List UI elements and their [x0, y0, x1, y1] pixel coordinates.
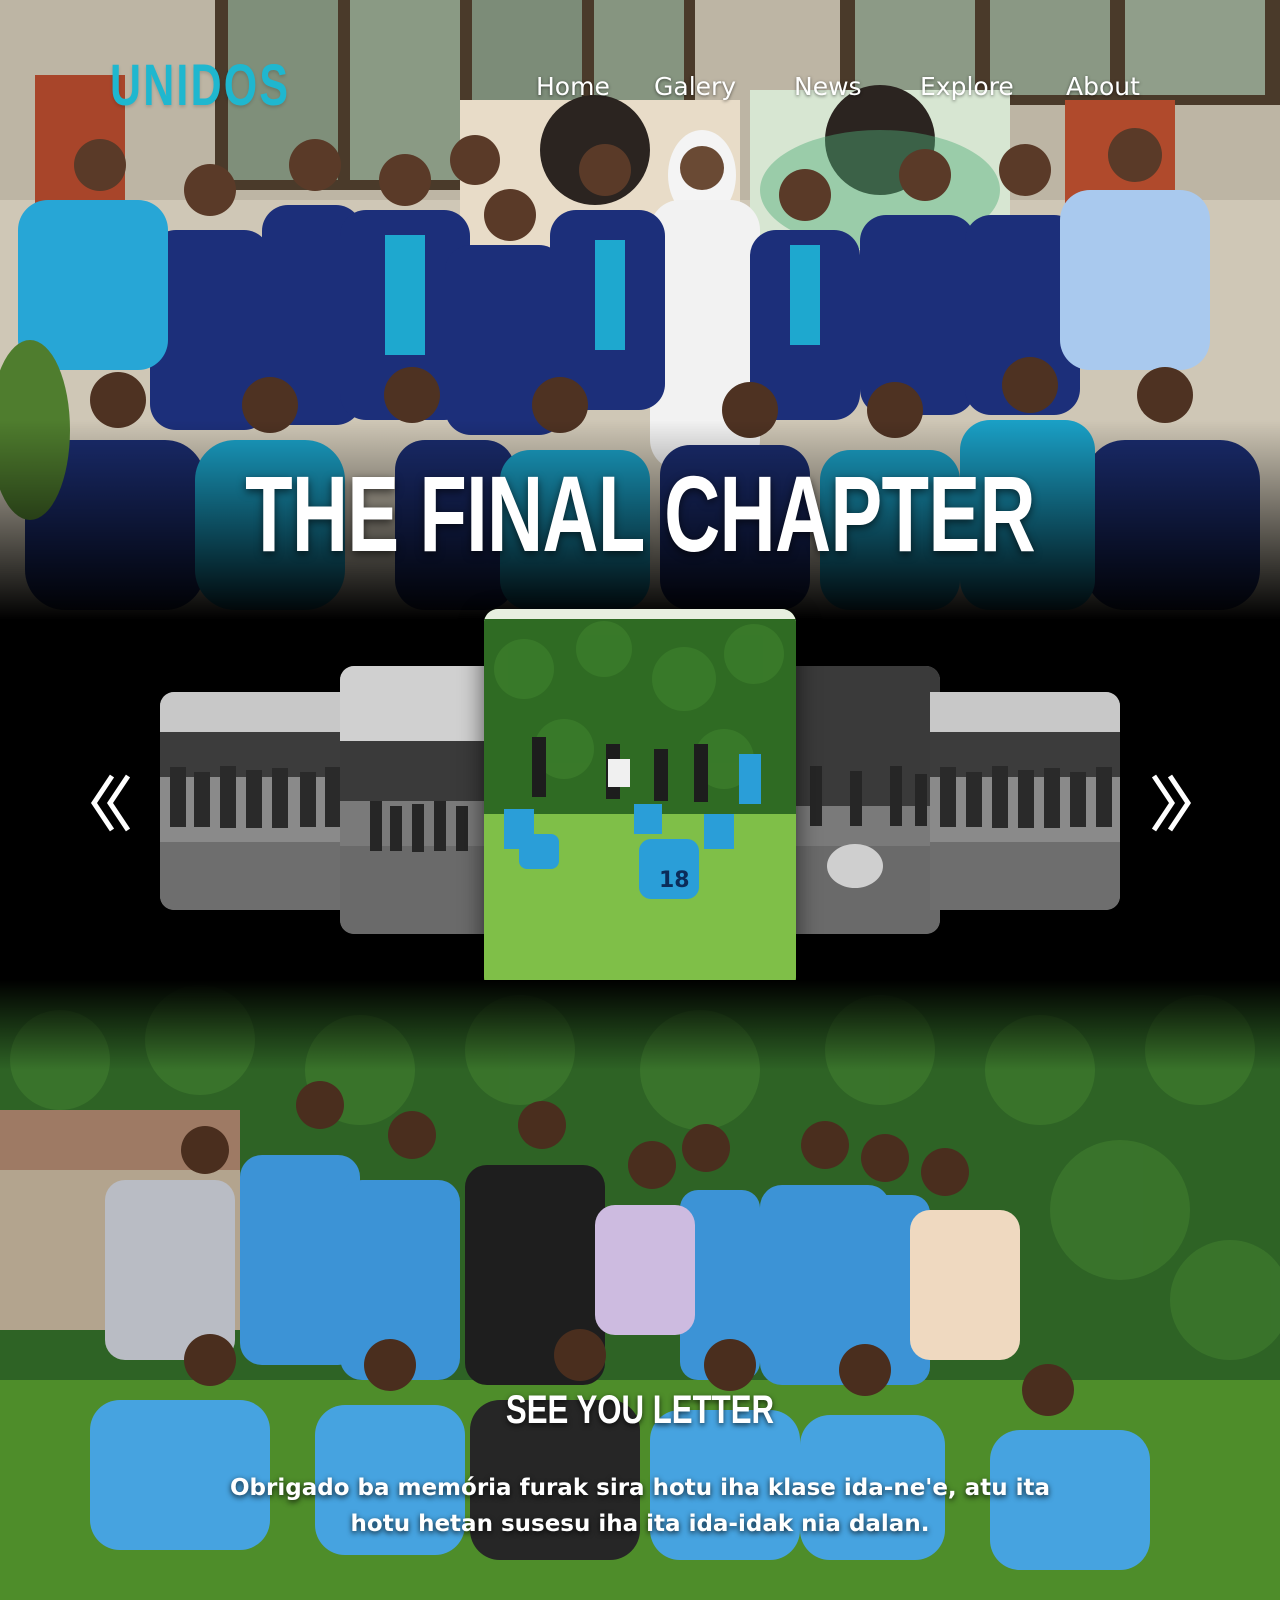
photo-carousel: 18 [0, 600, 1280, 1000]
carousel-prev-button[interactable] [88, 768, 132, 838]
chevrons-right-icon [1151, 774, 1192, 832]
main-nav: Home Galery News Explore About [0, 72, 1280, 112]
hero-title: THE FINAL CHAPTER [245, 453, 1036, 574]
carousel-slide[interactable] [340, 666, 490, 934]
closing-top-gradient [0, 980, 1280, 1070]
chevrons-left-icon [90, 774, 131, 832]
site-header: UNIDOS Home Galery News Explore About [0, 0, 1280, 180]
closing-message: Obrigado ba memória furak sira hotu iha … [230, 1475, 1050, 1537]
nav-link-explore[interactable]: Explore [920, 72, 1014, 101]
hero-section: UNIDOS Home Galery News Explore About TH… [0, 0, 1280, 620]
nav-link-galery[interactable]: Galery [654, 72, 736, 101]
carousel-next-button[interactable] [1150, 768, 1194, 838]
carousel-slide-active[interactable]: 18 [484, 609, 796, 991]
nav-link-news[interactable]: News [794, 72, 862, 101]
closing-section: SEE YOU LETTER Obrigado ba memória furak… [0, 980, 1280, 1600]
nav-link-home[interactable]: Home [536, 72, 610, 101]
closing-title: SEE YOU LETTER [505, 1388, 775, 1432]
carousel-slide[interactable] [160, 692, 350, 910]
nav-link-about[interactable]: About [1066, 72, 1140, 101]
carousel-slide[interactable] [930, 692, 1120, 910]
svg-text:18: 18 [659, 868, 690, 893]
carousel-slide[interactable] [790, 666, 940, 934]
